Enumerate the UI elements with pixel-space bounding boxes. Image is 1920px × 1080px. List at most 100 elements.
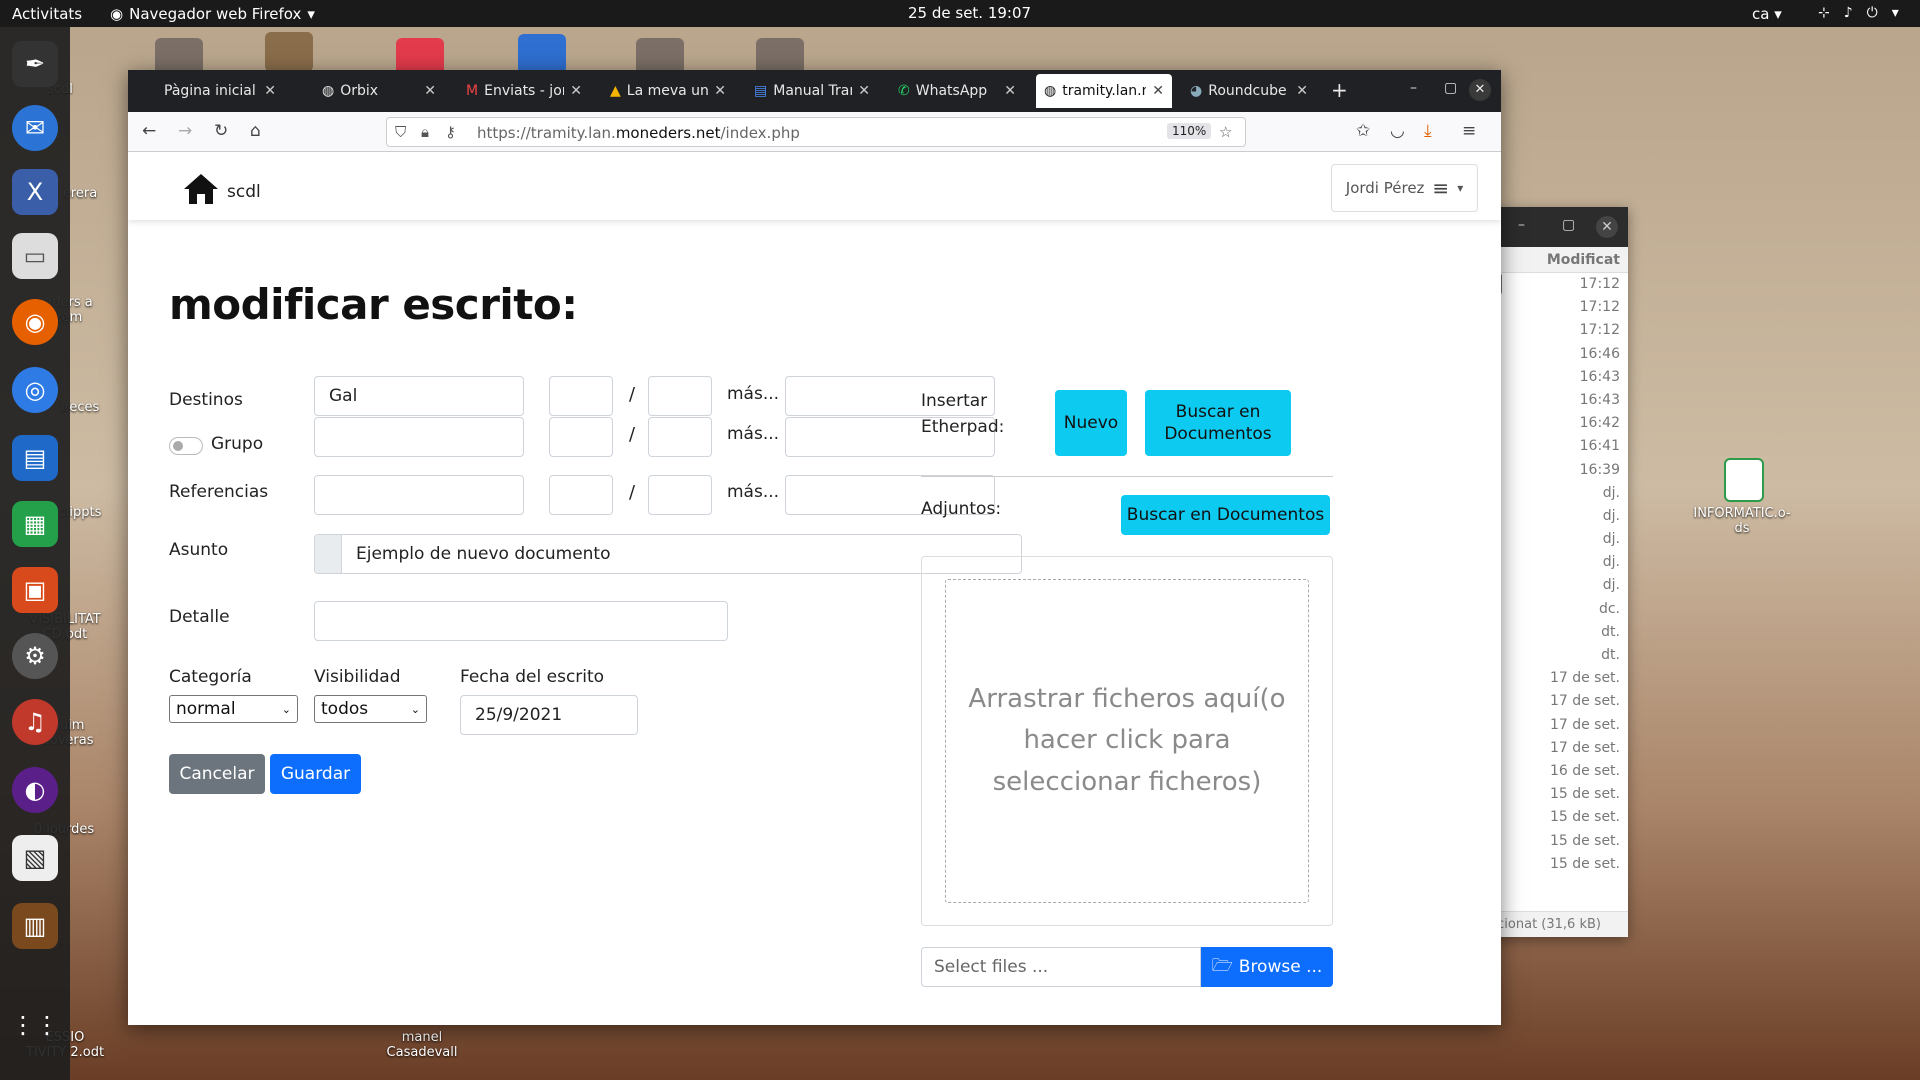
file-list-row[interactable]: 15 de set. <box>1488 830 1628 853</box>
system-tray[interactable]: ⊹ ♪ ⏻ ▾ <box>1818 5 1899 21</box>
app-brand[interactable]: scdl <box>227 182 261 202</box>
tab-6-active[interactable]: ◍ tramity.lan.m ✕ <box>1036 74 1172 108</box>
maximize-icon[interactable]: ▢ <box>1444 80 1457 96</box>
user-menu-button[interactable]: Jordi Pérez ≡ ▾ <box>1331 164 1478 212</box>
file-list-row[interactable]: 17 de set. <box>1488 667 1628 690</box>
dock-calibre-icon[interactable]: ▥ <box>12 903 58 949</box>
dock-x-icon[interactable]: X <box>12 169 58 215</box>
close-icon[interactable]: ✕ <box>1596 216 1618 238</box>
tab-1[interactable]: ◍ Orbix ✕ <box>314 74 444 108</box>
new-tab-plus-icon[interactable]: + <box>1331 78 1348 102</box>
file-list-row[interactable]: 15 de set. <box>1488 853 1628 876</box>
bookmark-star-icon[interactable]: ☆ <box>1219 123 1232 141</box>
tab-7[interactable]: ◕ Roundcube V ✕ <box>1182 74 1316 108</box>
categoria-select[interactable]: normal ⌄ <box>169 695 298 723</box>
file-list-row[interactable]: dj. <box>1488 505 1628 528</box>
file-list-row[interactable]: 15 de set. <box>1488 783 1628 806</box>
fecha-input[interactable]: 25/9/2021 <box>460 695 638 735</box>
referencia-num-input[interactable] <box>549 475 613 515</box>
dock-inkscape-icon[interactable]: ✒ <box>12 41 58 87</box>
close-icon[interactable]: ✕ <box>1152 83 1164 99</box>
close-icon[interactable]: ✕ <box>264 83 276 99</box>
file-list-row[interactable]: dj. <box>1488 528 1628 551</box>
file-dropzone[interactable]: Arrastrar ficheros aquí(o hacer click pa… <box>945 579 1309 903</box>
file-list-row[interactable]: dt. <box>1488 644 1628 667</box>
visibilidad-select[interactable]: todos ⌄ <box>314 695 427 723</box>
tab-5[interactable]: ✆ WhatsApp ✕ <box>890 74 1024 108</box>
tab-3[interactable]: ▲ La meva unit ✕ <box>602 74 734 108</box>
maximize-icon[interactable]: ▢ <box>1562 217 1575 233</box>
file-list-row[interactable]: dc. <box>1488 598 1628 621</box>
destino-1-input[interactable]: Gal <box>314 376 524 416</box>
file-list-row[interactable]: 16:41 <box>1488 435 1628 458</box>
close-icon[interactable]: ✕ <box>858 83 870 99</box>
close-icon[interactable]: ✕ <box>1004 83 1016 99</box>
close-icon[interactable]: ✕ <box>1296 83 1308 99</box>
permissions-key-icon[interactable]: ⚷ <box>445 123 456 141</box>
save-button[interactable]: Guardar <box>270 754 361 794</box>
file-list-row[interactable]: 16 de set. <box>1488 760 1628 783</box>
file-list-row[interactable]: 15 de set. <box>1488 806 1628 829</box>
cancel-button[interactable]: Cancelar <box>169 754 265 794</box>
dock-thunderbird-icon[interactable]: ✉ <box>12 105 58 151</box>
close-icon[interactable]: ✕ <box>714 83 726 99</box>
pocket-icon[interactable]: ◡ <box>1390 121 1405 141</box>
hamburger-menu-icon[interactable]: ≡ <box>1462 121 1476 141</box>
file-list-row[interactable]: 17 de set. <box>1488 714 1628 737</box>
grupo-toggle[interactable] <box>169 437 203 455</box>
destino-1-num-input[interactable] <box>549 376 613 416</box>
url-bar[interactable]: ⛉ 🔒︎ ⚷ https://tramity.lan.moneders.net/… <box>386 117 1246 147</box>
minimize-icon[interactable]: – <box>1518 217 1525 233</box>
destino-1-year-input[interactable] <box>648 376 712 416</box>
show-apps-grid-icon[interactable]: ⋮⋮ <box>11 1002 59 1048</box>
tab-4[interactable]: ▤ Manual Tram ✕ <box>746 74 878 108</box>
referencia-year-input[interactable] <box>648 475 712 515</box>
file-list-row[interactable]: dt. <box>1488 621 1628 644</box>
reload-icon[interactable]: ↻ <box>214 121 228 141</box>
desktop-image-icon[interactable] <box>265 32 313 72</box>
back-arrow-icon[interactable]: ← <box>142 121 156 141</box>
dock-writer-icon[interactable]: ▤ <box>12 435 58 481</box>
file-list-row[interactable]: 17 de set. <box>1488 690 1628 713</box>
file-list-row[interactable]: 16:43 <box>1488 389 1628 412</box>
downloads-icon[interactable]: ⤓ <box>1424 121 1432 141</box>
close-icon[interactable]: ✕ <box>424 83 436 99</box>
file-list-row[interactable]: 17:12 <box>1488 296 1628 319</box>
clock[interactable]: 25 de set. 19:07 <box>908 4 1031 22</box>
destino-2-num-input[interactable] <box>549 417 613 457</box>
file-list-row[interactable]: 16:43 <box>1488 366 1628 389</box>
file-list-row[interactable]: 16:46 <box>1488 343 1628 366</box>
file-list-row[interactable]: dj. <box>1488 574 1628 597</box>
detalle-input[interactable] <box>314 601 728 641</box>
file-list-row[interactable]: dj. <box>1488 551 1628 574</box>
minimize-icon[interactable]: – <box>1410 80 1417 96</box>
lock-icon[interactable]: 🔒︎ <box>421 123 429 141</box>
dock-calc-icon[interactable]: ▦ <box>12 501 58 547</box>
nuevo-etherpad-button[interactable]: Nuevo <box>1055 390 1127 456</box>
file-select-input[interactable]: Select files ... <box>921 947 1201 987</box>
activities-button[interactable]: Activitats <box>12 5 82 23</box>
dock-settings-icon[interactable]: ⚙ <box>12 633 58 679</box>
zoom-level-badge[interactable]: 110% <box>1167 123 1212 139</box>
referencia-input[interactable] <box>314 475 524 515</box>
destino-2-input[interactable] <box>314 417 524 457</box>
modified-column-header[interactable]: Modificat <box>1488 247 1628 273</box>
file-list-row[interactable]: dj. <box>1488 482 1628 505</box>
window-close-icon[interactable]: ✕ <box>1469 79 1491 101</box>
buscar-documentos-adjuntos-button[interactable]: Buscar en Documentos <box>1121 495 1330 535</box>
dock-files-icon[interactable]: ▭ <box>12 233 58 279</box>
file-list-row[interactable]: 17 de set. <box>1488 737 1628 760</box>
app-menu[interactable]: ◉ Navegador web Firefox ▾ <box>110 5 315 23</box>
tab-2[interactable]: M Enviats - jorp ✕ <box>458 74 590 108</box>
dock-impress-icon[interactable]: ▣ <box>12 567 58 613</box>
dock-document-viewer-icon[interactable]: ▧ <box>12 835 58 881</box>
dock-chromium-icon[interactable]: ◎ <box>12 367 58 413</box>
home-icon[interactable] <box>182 172 220 210</box>
file-list-row[interactable]: 17:12 <box>1488 273 1628 296</box>
buscar-documentos-etherpad-button[interactable]: Buscar en Documentos <box>1145 390 1291 456</box>
close-icon[interactable]: ✕ <box>570 83 582 99</box>
destino-2-year-input[interactable] <box>648 417 712 457</box>
reading-list-icon[interactable]: ✩ <box>1356 121 1370 141</box>
asunto-input[interactable]: Ejemplo de nuevo documento <box>314 534 1022 574</box>
home-icon[interactable]: ⌂ <box>250 121 261 141</box>
